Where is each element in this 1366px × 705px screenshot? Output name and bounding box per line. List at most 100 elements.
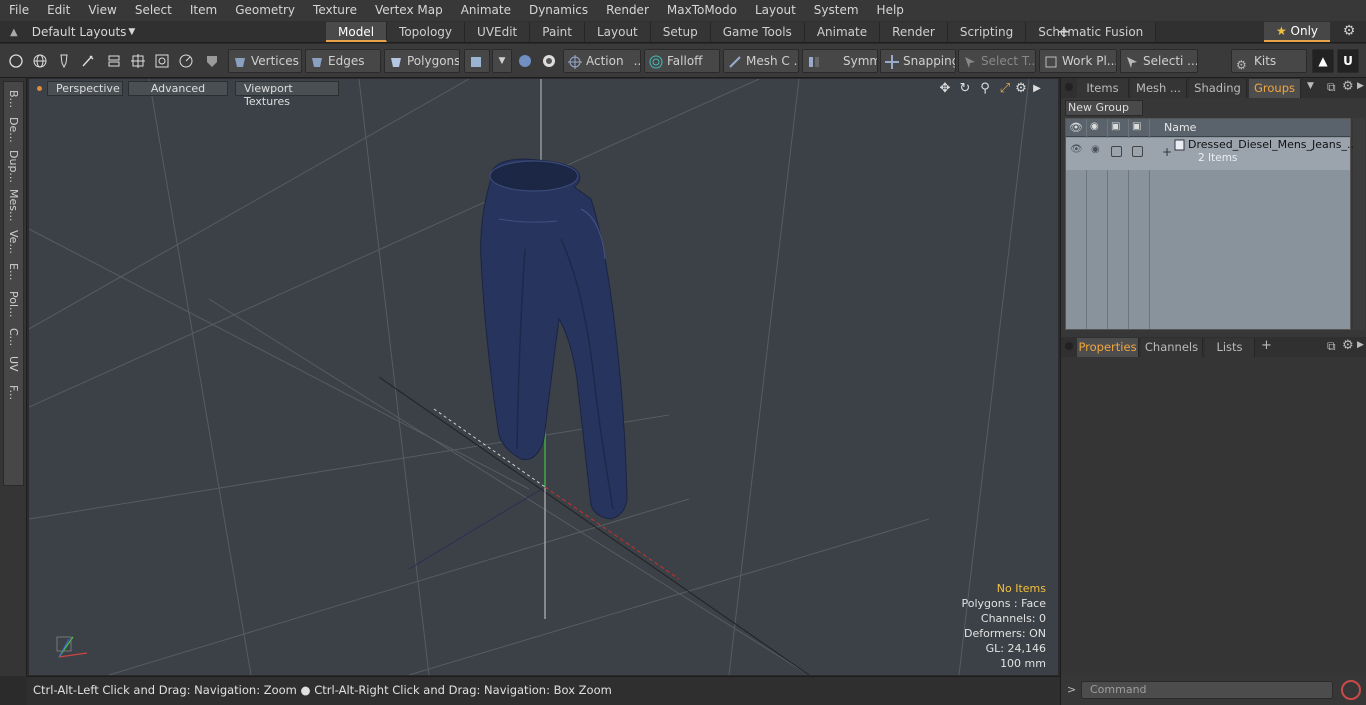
menu-geometry[interactable]: Geometry xyxy=(226,0,304,21)
tab-channels[interactable]: Channels xyxy=(1141,338,1203,357)
align-icon[interactable] xyxy=(104,51,124,71)
vtab-edge[interactable]: E... xyxy=(4,260,23,284)
expand-plus-icon[interactable]: + xyxy=(1162,145,1172,159)
vertices-button[interactable]: Vertices xyxy=(228,49,302,73)
vtab-duplicate[interactable]: Dup... xyxy=(4,148,23,184)
vtab-polygon[interactable]: Pol... xyxy=(4,286,23,322)
menu-layout[interactable]: Layout xyxy=(746,0,805,21)
tab-properties[interactable]: Properties xyxy=(1077,338,1139,357)
menu-maxtomodo[interactable]: MaxToModo xyxy=(658,0,746,21)
menu-help[interactable]: Help xyxy=(868,0,913,21)
tab-paint[interactable]: Paint xyxy=(530,22,585,42)
snapping-button[interactable]: Snapping xyxy=(880,49,956,73)
groups-scrollbar[interactable] xyxy=(1353,118,1365,330)
panel-expand-icon[interactable]: ▶ xyxy=(1357,81,1364,91)
add-tab-icon[interactable]: + xyxy=(1261,338,1272,353)
selection-sets-button[interactable]: Selecti ... xyxy=(1120,49,1198,73)
snap-shield-icon[interactable] xyxy=(539,51,559,71)
select-through-button[interactable]: Select T... xyxy=(958,49,1036,73)
tab-model[interactable]: Model xyxy=(326,22,388,42)
new-group-button[interactable]: New Group xyxy=(1065,100,1143,116)
menu-render[interactable]: Render xyxy=(597,0,658,21)
pen-icon[interactable] xyxy=(54,51,74,71)
tab-game-tools[interactable]: Game Tools xyxy=(710,22,805,42)
menu-item[interactable]: Item xyxy=(181,0,226,21)
eye-icon[interactable]: 👁 xyxy=(1069,121,1083,134)
3d-viewport[interactable]: Perspective Advanced Viewport Textures ✥… xyxy=(29,79,1058,675)
panel-dot-icon[interactable] xyxy=(1065,342,1073,350)
select-icon[interactable]: ▣ xyxy=(1132,121,1146,132)
rotate-view-icon[interactable]: ↻ xyxy=(957,82,973,98)
unreal-button[interactable]: U xyxy=(1337,49,1359,73)
jeans-model[interactable] xyxy=(480,158,628,520)
menu-dynamics[interactable]: Dynamics xyxy=(520,0,597,21)
tab-groups[interactable]: Groups xyxy=(1249,79,1301,98)
chevron-down-icon[interactable]: ▼ xyxy=(1307,81,1314,91)
row-eye-icon[interactable]: 👁 xyxy=(1070,144,1083,155)
work-plane-button[interactable]: Work Pl... xyxy=(1039,49,1117,73)
circle-select-icon[interactable] xyxy=(6,51,26,71)
vtab-mesh-edit[interactable]: Mes... xyxy=(4,186,23,224)
menu-select[interactable]: Select xyxy=(126,0,181,21)
vtab-uv[interactable]: UV xyxy=(4,352,23,376)
dial-icon[interactable] xyxy=(176,51,196,71)
vtab-deform[interactable]: De... xyxy=(4,114,23,146)
layout-selector[interactable]: ▲ Default Layouts ▼ xyxy=(10,21,135,43)
tab-lists[interactable]: Lists xyxy=(1205,338,1255,357)
tab-setup[interactable]: Setup xyxy=(650,22,711,42)
render-icon[interactable]: ◉ xyxy=(1090,121,1104,132)
row-lock-checkbox[interactable] xyxy=(1111,146,1122,157)
menu-edit[interactable]: Edit xyxy=(38,0,79,21)
shield-icon[interactable] xyxy=(202,51,222,71)
globe-icon[interactable] xyxy=(30,51,50,71)
row-render-icon[interactable]: ◉ xyxy=(1091,144,1100,155)
only-toggle[interactable]: ★ Only xyxy=(1264,22,1330,42)
zoom-view-icon[interactable]: ⚲ xyxy=(977,82,993,98)
move-view-icon[interactable]: ✥ xyxy=(937,82,953,98)
polygons-button[interactable]: Polygons xyxy=(384,49,460,73)
pop-out-icon[interactable]: ⧉ xyxy=(1327,339,1336,354)
menu-animate[interactable]: Animate xyxy=(452,0,520,21)
tab-shading[interactable]: Shading xyxy=(1189,79,1247,98)
tab-topology[interactable]: Topology xyxy=(387,22,466,42)
command-input[interactable]: Command xyxy=(1081,681,1333,699)
menu-view[interactable]: View xyxy=(79,0,125,21)
vtab-vertex[interactable]: Ve... xyxy=(4,226,23,258)
tab-render[interactable]: Render xyxy=(880,22,948,42)
vtab-fusion[interactable]: F... xyxy=(4,378,23,408)
kits-button[interactable]: ⚙ Kits xyxy=(1231,49,1307,73)
command-arrow-icon[interactable]: > xyxy=(1067,683,1076,696)
item-mode-button[interactable] xyxy=(464,49,490,73)
group-row[interactable]: 👁 ◉ + Dressed_Diesel_Mens_Jeans_... 2 It… xyxy=(1066,138,1358,170)
symmetry-shield-icon[interactable] xyxy=(515,51,535,71)
panel-expand-icon[interactable]: ▶ xyxy=(1357,340,1364,350)
menu-texture[interactable]: Texture xyxy=(304,0,366,21)
add-tab-icon[interactable]: + xyxy=(1056,22,1072,42)
gear-icon[interactable]: ⚙ xyxy=(1340,23,1358,41)
vtab-basic[interactable]: B... xyxy=(4,86,23,112)
name-column-header[interactable]: Name xyxy=(1164,121,1196,134)
symmetry-button[interactable]: Symm ... xyxy=(802,49,878,73)
panel-gear-icon[interactable]: ⚙ xyxy=(1342,338,1354,353)
viewport-textures-button[interactable]: Viewport Textures xyxy=(235,81,339,108)
tab-items[interactable]: Items xyxy=(1077,79,1129,98)
menu-file[interactable]: File xyxy=(0,0,38,21)
vtab-curve[interactable]: C... xyxy=(4,324,23,350)
mode-dropdown[interactable]: ▼ xyxy=(492,49,512,73)
brush-icon[interactable] xyxy=(78,51,98,71)
panel-dot-icon[interactable] xyxy=(1065,83,1073,91)
menu-system[interactable]: System xyxy=(805,0,868,21)
viewport-expand-icon[interactable]: ▶ xyxy=(1029,82,1045,98)
tab-schematic-fusion[interactable]: Schematic Fusion xyxy=(1026,22,1157,42)
pop-out-icon[interactable]: ⧉ xyxy=(1327,80,1336,95)
action-button[interactable]: Action... xyxy=(563,49,641,73)
falloff-button[interactable]: Falloff xyxy=(644,49,720,73)
edges-button[interactable]: Edges xyxy=(305,49,381,73)
tab-uvedit[interactable]: UVEdit xyxy=(465,22,531,42)
center-icon[interactable] xyxy=(128,51,148,71)
lock-icon[interactable]: ▣ xyxy=(1111,121,1125,132)
maximize-view-icon[interactable]: ⤢ xyxy=(997,82,1013,98)
perspective-button[interactable]: Perspective xyxy=(47,81,123,96)
panel-gear-icon[interactable]: ⚙ xyxy=(1342,79,1354,94)
tab-layout[interactable]: Layout xyxy=(584,22,651,42)
